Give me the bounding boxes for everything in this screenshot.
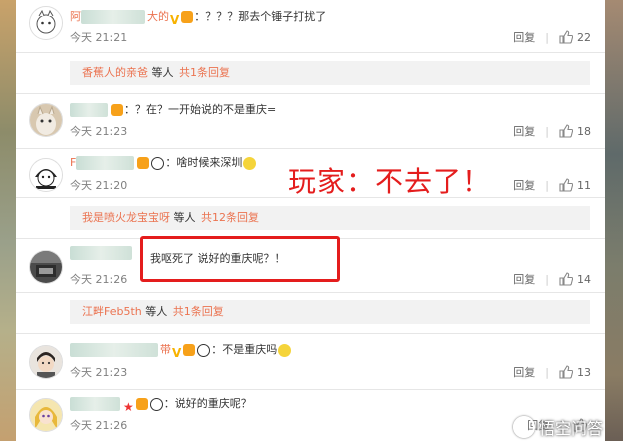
- comment-time: 今天 21:21: [70, 31, 128, 44]
- divider-line: [16, 333, 605, 334]
- comment-header: [70, 244, 134, 262]
- reply-user[interactable]: 江畔Feb5th: [82, 305, 142, 318]
- comment-time: 今天 21:26: [70, 419, 128, 432]
- comment-header: 阿大的V ：？？？那去个锤子打扰了: [70, 8, 327, 27]
- comment-panel: 阿大的V ：？？？那去个锤子打扰了 今天 21:21 回复 | 22 香蕉人的亲爸 等…: [16, 0, 605, 441]
- comment-header: ：？在？一开始说的不是重庆=: [70, 101, 276, 119]
- smile-emoji-icon: [243, 156, 257, 170]
- username[interactable]: 带: [70, 343, 171, 357]
- comment-header: F ：啥时候来深圳: [70, 154, 257, 172]
- action-divider: |: [545, 179, 549, 192]
- avatar[interactable]: [29, 398, 63, 432]
- like-count: 13: [577, 366, 591, 379]
- divider-line: [16, 292, 605, 293]
- panda-emoji-icon: [149, 397, 163, 411]
- reply-button[interactable]: 回复: [513, 179, 535, 192]
- reply-etc: 等人: [151, 66, 174, 79]
- like-button[interactable]: 22: [559, 30, 591, 44]
- divider-line: [16, 93, 605, 94]
- action-divider: |: [545, 366, 549, 379]
- action-divider: |: [545, 31, 549, 44]
- like-thumb-icon: [559, 272, 573, 286]
- reply-summary-bar[interactable]: 香蕉人的亲爸 等人 共1条回复: [70, 61, 590, 85]
- like-count: 11: [577, 179, 591, 192]
- comment-text: ：不是重庆吗: [211, 343, 278, 356]
- divider-line: [16, 389, 605, 390]
- reply-summary-bar[interactable]: 我是喷火龙宝宝呀 等人 共12条回复: [70, 206, 590, 230]
- background-left-strip: [0, 0, 16, 441]
- avatar[interactable]: [29, 158, 63, 192]
- reply-button[interactable]: 回复: [513, 366, 535, 379]
- watermark-text: 悟空问答: [538, 419, 603, 438]
- reply-user[interactable]: 我是喷火龙宝宝呀: [82, 211, 170, 224]
- comment-text: ：说好的重庆呢？: [163, 397, 252, 410]
- like-count: 22: [577, 31, 591, 44]
- wukong-logo-icon: [512, 416, 535, 438]
- level-badge-icon: [111, 104, 123, 116]
- annotation-text: 玩家：不去了！: [288, 165, 492, 198]
- panda-emoji-icon: [151, 156, 165, 170]
- like-count: 14: [577, 273, 591, 286]
- reply-etc: 等人: [173, 211, 196, 224]
- username[interactable]: 阿大的: [70, 10, 169, 24]
- comment-actions: 回复 | 22: [513, 30, 591, 46]
- username[interactable]: [70, 397, 122, 411]
- username[interactable]: [70, 103, 110, 117]
- reply-button[interactable]: 回复: [513, 273, 535, 286]
- comment-header: ★ ：说好的重庆呢？: [70, 395, 252, 414]
- background-right-strip: [605, 0, 623, 441]
- v-badge-icon: V: [170, 13, 180, 27]
- panda-emoji-icon: [197, 343, 211, 357]
- v-badge-icon: V: [172, 346, 182, 360]
- comment-actions: 回复 | 13: [513, 365, 591, 381]
- like-button[interactable]: 14: [559, 272, 591, 286]
- level-badge-icon: [137, 157, 150, 169]
- reply-button[interactable]: 回复: [513, 125, 535, 138]
- reply-etc: 等人: [145, 305, 168, 318]
- comment-actions: 回复 | 18: [513, 124, 591, 140]
- reply-count-link[interactable]: 共12条回复: [201, 211, 259, 224]
- level-badge-icon: [181, 11, 194, 23]
- username[interactable]: F: [70, 156, 136, 170]
- like-button[interactable]: 13: [559, 365, 591, 379]
- level-badge-icon: [183, 344, 196, 356]
- level-badge-icon: [135, 398, 148, 410]
- avatar[interactable]: [29, 250, 63, 284]
- reply-count-link[interactable]: 共1条回复: [179, 66, 230, 79]
- watermark: 悟空问答: [512, 415, 603, 439]
- comment-header: 带V ：不是重庆吗: [70, 341, 292, 360]
- comment-text: ：？在？一开始说的不是重庆=: [124, 103, 277, 116]
- divider-line: [16, 52, 605, 53]
- comment-actions: 回复 | 14: [513, 272, 591, 288]
- like-thumb-icon: [559, 124, 573, 138]
- like-count: 18: [577, 125, 591, 138]
- comment-time: 今天 21:23: [70, 366, 128, 379]
- username[interactable]: [70, 246, 134, 260]
- divider-line: [16, 148, 605, 149]
- reply-count-link[interactable]: 共1条回复: [173, 305, 224, 318]
- comment-text: ：？？？那去个锤子打扰了: [194, 10, 327, 23]
- like-button[interactable]: 11: [559, 178, 591, 192]
- avatar[interactable]: [29, 345, 63, 379]
- highlight-box: [140, 236, 340, 282]
- comment-actions: 回复 | 11: [513, 178, 591, 194]
- reply-summary-bar[interactable]: 江畔Feb5th 等人 共1条回复: [70, 300, 590, 324]
- like-thumb-icon: [559, 178, 573, 192]
- action-divider: |: [545, 273, 549, 286]
- comment-time: 今天 21:26: [70, 273, 128, 286]
- comment-time: 今天 21:20: [70, 179, 128, 192]
- reply-button[interactable]: 回复: [513, 31, 535, 44]
- like-thumb-icon: [559, 365, 573, 379]
- star-badge-icon: ★: [123, 400, 134, 414]
- action-divider: |: [545, 125, 549, 138]
- like-thumb-icon: [559, 30, 573, 44]
- smile-emoji-icon: [278, 343, 292, 357]
- avatar[interactable]: [29, 6, 63, 40]
- like-button[interactable]: 18: [559, 124, 591, 138]
- reply-user[interactable]: 香蕉人的亲爸: [82, 66, 148, 79]
- comment-text: ：啥时候来深圳: [165, 156, 243, 169]
- avatar[interactable]: [29, 103, 63, 137]
- comment-time: 今天 21:23: [70, 125, 128, 138]
